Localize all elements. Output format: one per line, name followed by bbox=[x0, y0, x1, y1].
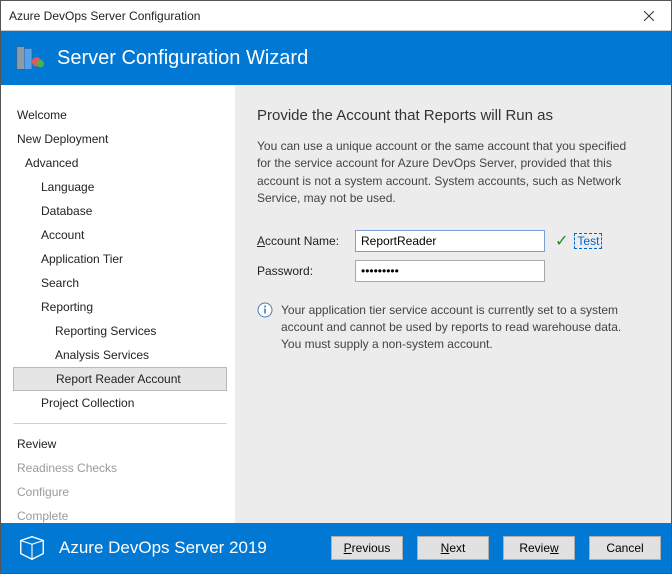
config-window: Azure DevOps Server Configuration Server… bbox=[0, 0, 672, 574]
password-label: Password: bbox=[257, 264, 349, 278]
sidebar-divider bbox=[13, 423, 227, 424]
main-panel: Provide the Account that Reports will Ru… bbox=[235, 85, 671, 523]
devops-logo-icon bbox=[17, 536, 47, 560]
footer: Azure DevOps Server 2019 Previous Next R… bbox=[1, 523, 671, 573]
sidebar-list: WelcomeNew DeploymentAdvancedLanguageDat… bbox=[13, 103, 227, 415]
sidebar-item-search[interactable]: Search bbox=[13, 271, 227, 295]
close-button[interactable] bbox=[626, 1, 671, 30]
sidebar-item-welcome[interactable]: Welcome bbox=[13, 103, 227, 127]
close-icon bbox=[644, 11, 654, 21]
page-description: You can use a unique account or the same… bbox=[257, 138, 643, 208]
titlebar: Azure DevOps Server Configuration bbox=[1, 1, 671, 31]
sidebar-item-database[interactable]: Database bbox=[13, 199, 227, 223]
banner-title: Server Configuration Wizard bbox=[57, 47, 308, 70]
window-title: Azure DevOps Server Configuration bbox=[9, 9, 626, 23]
password-input[interactable] bbox=[355, 260, 545, 282]
previous-button[interactable]: Previous bbox=[331, 536, 403, 560]
sidebar-item-reporting[interactable]: Reporting bbox=[13, 295, 227, 319]
footer-product: Azure DevOps Server 2019 bbox=[59, 538, 317, 558]
account-label: Account Name: bbox=[257, 234, 349, 248]
page-heading: Provide the Account that Reports will Ru… bbox=[257, 107, 643, 124]
account-input[interactable] bbox=[355, 230, 545, 252]
server-icon bbox=[15, 43, 45, 73]
sidebar-item-report-reader-account[interactable]: Report Reader Account bbox=[13, 367, 227, 391]
sidebar-item-readiness-checks: Readiness Checks bbox=[13, 456, 227, 480]
sidebar-item-reporting-services[interactable]: Reporting Services bbox=[13, 319, 227, 343]
sidebar: WelcomeNew DeploymentAdvancedLanguageDat… bbox=[1, 85, 235, 523]
banner: Server Configuration Wizard bbox=[1, 31, 671, 85]
info-icon bbox=[257, 302, 273, 318]
cancel-button[interactable]: Cancel bbox=[589, 536, 661, 560]
sidebar-item-review[interactable]: Review bbox=[13, 432, 227, 456]
sidebar-item-language[interactable]: Language bbox=[13, 175, 227, 199]
body: WelcomeNew DeploymentAdvancedLanguageDat… bbox=[1, 85, 671, 523]
password-row: Password: bbox=[257, 260, 643, 282]
sidebar-item-new-deployment[interactable]: New Deployment bbox=[13, 127, 227, 151]
test-link[interactable]: Test bbox=[574, 233, 602, 249]
review-button[interactable]: Review bbox=[503, 536, 575, 560]
sidebar-item-configure: Configure bbox=[13, 480, 227, 504]
info-text: Your application tier service account is… bbox=[281, 302, 643, 354]
next-button[interactable]: Next bbox=[417, 536, 489, 560]
info-row: Your application tier service account is… bbox=[257, 302, 643, 354]
sidebar-item-advanced[interactable]: Advanced bbox=[13, 151, 227, 175]
sidebar-item-analysis-services[interactable]: Analysis Services bbox=[13, 343, 227, 367]
sidebar-bottom: ReviewReadiness ChecksConfigureComplete bbox=[13, 432, 227, 528]
sidebar-item-account[interactable]: Account bbox=[13, 223, 227, 247]
check-icon: ✓ bbox=[555, 231, 568, 251]
sidebar-item-project-collection[interactable]: Project Collection bbox=[13, 391, 227, 415]
account-row: Account Name: ✓ Test bbox=[257, 230, 643, 252]
sidebar-item-application-tier[interactable]: Application Tier bbox=[13, 247, 227, 271]
